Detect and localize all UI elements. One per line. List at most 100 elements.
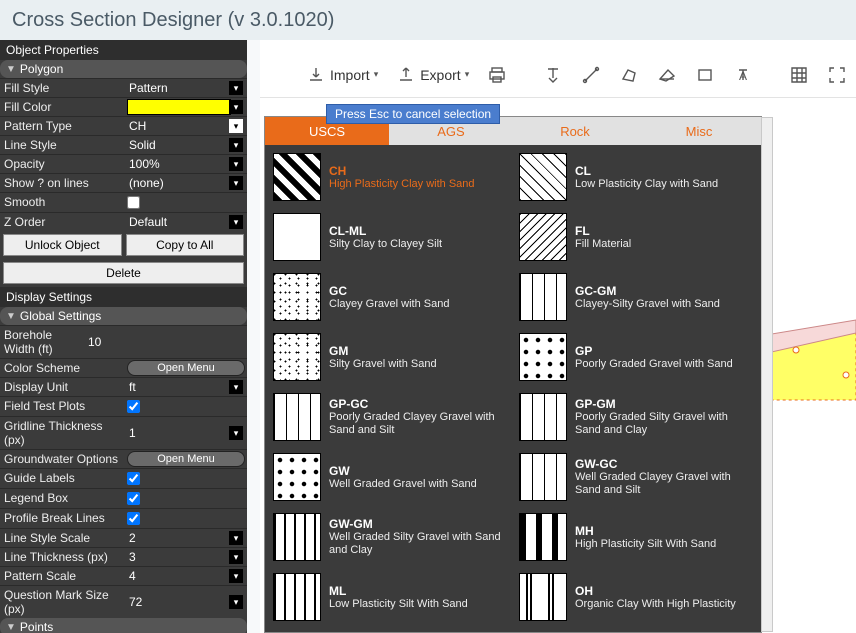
polygon-tool[interactable] bbox=[613, 61, 645, 89]
pattern-item-cl-ml[interactable]: CL-MLSilty Clay to Clayey Silt bbox=[269, 209, 511, 265]
pattern-code: GW bbox=[329, 464, 477, 478]
show-q-select[interactable]: (none)▾ bbox=[125, 174, 247, 192]
svg-text:A: A bbox=[739, 69, 747, 83]
caret-down-icon: ▾ bbox=[229, 531, 243, 545]
pattern-code: CH bbox=[329, 164, 475, 178]
caret-down-icon: ▼ bbox=[6, 622, 16, 633]
pattern-item-mh[interactable]: MHHigh Plasticity Silt With Sand bbox=[515, 509, 757, 565]
pattern-swatch bbox=[519, 213, 567, 261]
import-button[interactable]: Import▾ bbox=[300, 61, 384, 89]
pattern-type-select[interactable]: CH▾ bbox=[125, 117, 247, 135]
line-thickness-label: Line Thickness (px) bbox=[0, 548, 125, 566]
pattern-item-gw-gc[interactable]: GW-GCWell Graded Clayey Gravel with Sand… bbox=[515, 449, 757, 505]
groundwater-options-open-menu-button[interactable]: Open Menu bbox=[127, 451, 245, 467]
borehole-icon bbox=[543, 65, 563, 85]
rect-tool[interactable] bbox=[689, 61, 721, 89]
pattern-item-gp-gc[interactable]: GP-GCPoorly Graded Clayey Gravel with Sa… bbox=[269, 389, 511, 445]
caret-down-icon: ▾ bbox=[465, 69, 470, 80]
pattern-picker: USCS AGS Rock Misc CHHigh Plasticity Cla… bbox=[264, 116, 762, 633]
polygon-section-header[interactable]: ▼ Polygon bbox=[0, 60, 247, 78]
line-thickness-select[interactable]: 3▾ bbox=[125, 548, 247, 566]
export-button[interactable]: Export▾ bbox=[390, 61, 475, 89]
legend-box-label: Legend Box bbox=[0, 489, 125, 508]
pattern-desc: Low Plasticity Clay with Sand bbox=[575, 178, 718, 191]
pattern-item-gc-gm[interactable]: GC-GMClayey-Silty Gravel with Sand bbox=[515, 269, 757, 325]
question-mark-size-value: 72 bbox=[129, 595, 142, 609]
pattern-code: OH bbox=[575, 584, 736, 598]
pattern-swatch bbox=[519, 453, 567, 501]
z-order-select[interactable]: Default▾ bbox=[125, 213, 247, 231]
gridline-thickness-label: Gridline Thickness (px) bbox=[0, 417, 125, 449]
points-section-header[interactable]: ▼ Points bbox=[0, 618, 247, 633]
gridline-thickness-select[interactable]: 1▾ bbox=[125, 424, 247, 442]
pattern-item-gw-gm[interactable]: GW-GMWell Graded Silty Gravel with Sand … bbox=[269, 509, 511, 565]
pattern-item-cl[interactable]: CLLow Plasticity Clay with Sand bbox=[515, 149, 757, 205]
pattern-item-gc[interactable]: GCClayey Gravel with Sand bbox=[269, 269, 511, 325]
pattern-item-ml[interactable]: MLLow Plasticity Silt With Sand bbox=[269, 569, 511, 625]
legend-box-checkbox[interactable] bbox=[127, 492, 140, 505]
display-unit-select[interactable]: ft▾ bbox=[125, 378, 247, 396]
pattern-swatch bbox=[273, 213, 321, 261]
export-icon bbox=[396, 65, 416, 85]
text-tool[interactable]: A bbox=[727, 61, 759, 89]
borehole-tool[interactable] bbox=[537, 61, 569, 89]
grid-toggle[interactable] bbox=[783, 61, 815, 89]
caret-down-icon: ▾ bbox=[229, 215, 243, 229]
pattern-swatch bbox=[519, 333, 567, 381]
delete-button[interactable]: Delete bbox=[3, 262, 244, 284]
pattern-item-gm[interactable]: GMSilty Gravel with Sand bbox=[269, 329, 511, 385]
unlock-object-button[interactable]: Unlock Object bbox=[3, 234, 122, 256]
question-mark-size-label: Question Mark Size (px) bbox=[0, 586, 125, 618]
opacity-select[interactable]: 100%▾ bbox=[125, 155, 247, 173]
pattern-item-gp[interactable]: GPPoorly Graded Gravel with Sand bbox=[515, 329, 757, 385]
profile-break-lines-label: Profile Break Lines bbox=[0, 509, 125, 528]
smooth-checkbox[interactable] bbox=[127, 196, 140, 209]
copy-to-all-button[interactable]: Copy to All bbox=[126, 234, 245, 256]
pattern-item-fl[interactable]: FLFill Material bbox=[515, 209, 757, 265]
pattern-desc: Silty Gravel with Sand bbox=[329, 358, 437, 371]
pattern-item-gw[interactable]: GWWell Graded Gravel with Sand bbox=[269, 449, 511, 505]
borehole-width-input[interactable] bbox=[84, 334, 247, 350]
import-icon bbox=[306, 65, 326, 85]
z-order-label: Z Order bbox=[0, 213, 125, 231]
line-style-select[interactable]: Solid▾ bbox=[125, 136, 247, 154]
tab-rock[interactable]: Rock bbox=[513, 117, 637, 145]
scrollbar[interactable] bbox=[761, 117, 773, 632]
fill-icon bbox=[657, 65, 677, 85]
pattern-code: GP bbox=[575, 344, 733, 358]
caret-down-icon: ▾ bbox=[229, 157, 243, 171]
pattern-item-ch[interactable]: CHHigh Plasticity Clay with Sand bbox=[269, 149, 511, 205]
print-icon bbox=[487, 65, 507, 85]
fit-button[interactable] bbox=[821, 61, 853, 89]
field-test-plots-label: Field Test Plots bbox=[0, 397, 125, 416]
tab-misc[interactable]: Misc bbox=[637, 117, 761, 145]
pattern-desc: Fill Material bbox=[575, 238, 631, 251]
pattern-swatch bbox=[273, 153, 321, 201]
field-test-plots-checkbox[interactable] bbox=[127, 400, 140, 413]
question-mark-size-select[interactable]: 72 ▾ bbox=[125, 593, 247, 611]
points-section-label: Points bbox=[20, 620, 53, 633]
pattern-code: GP-GC bbox=[329, 397, 507, 411]
pattern-swatch bbox=[519, 573, 567, 621]
pattern-item-gp-gm[interactable]: GP-GMPoorly Graded Silty Gravel with San… bbox=[515, 389, 757, 445]
pattern-scale-select[interactable]: 4▾ bbox=[125, 567, 247, 585]
caret-down-icon: ▾ bbox=[229, 595, 243, 609]
pattern-swatch bbox=[273, 573, 321, 621]
profile-break-lines-checkbox[interactable] bbox=[127, 512, 140, 525]
global-settings-section-header[interactable]: ▼ Global Settings bbox=[0, 307, 247, 325]
display-unit-value: ft bbox=[129, 380, 136, 394]
line-tool[interactable] bbox=[575, 61, 607, 89]
color-scheme-open-menu-button[interactable]: Open Menu bbox=[127, 360, 245, 376]
line-style-scale-select[interactable]: 2▾ bbox=[125, 529, 247, 547]
pattern-item-oh[interactable]: OHOrganic Clay With High Plasticity bbox=[515, 569, 757, 625]
guide-labels-checkbox[interactable] bbox=[127, 472, 140, 485]
fill-tool[interactable] bbox=[651, 61, 683, 89]
fill-color-swatch[interactable] bbox=[127, 99, 231, 115]
pattern-desc: Well Graded Clayey Gravel with Sand and … bbox=[575, 471, 753, 497]
pattern-swatch bbox=[273, 333, 321, 381]
fill-style-select[interactable]: Pattern▾ bbox=[125, 79, 247, 97]
pattern-code: GC bbox=[329, 284, 449, 298]
pattern-swatch bbox=[273, 453, 321, 501]
pattern-code: CL-ML bbox=[329, 224, 442, 238]
print-button[interactable] bbox=[481, 61, 513, 89]
